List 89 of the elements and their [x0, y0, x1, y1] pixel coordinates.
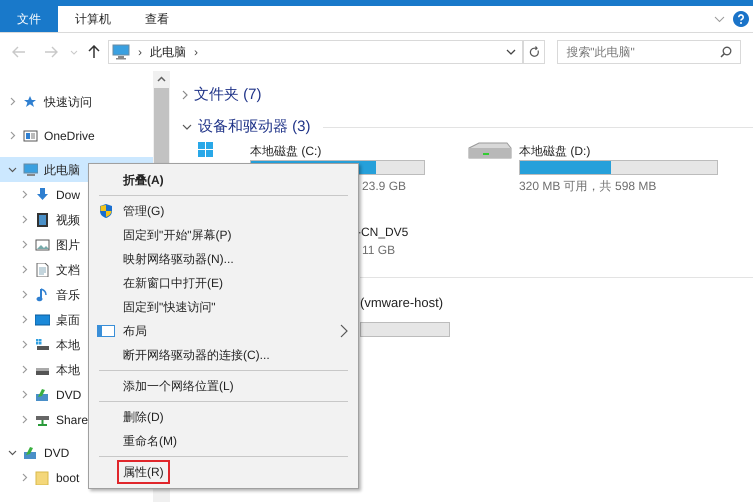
nav-item[interactable]: OneDrive: [0, 123, 153, 148]
collapse-chevron-icon[interactable]: [22, 340, 28, 349]
collapse-chevron-icon[interactable]: [22, 390, 28, 399]
nav-item-label: 快速访问: [44, 94, 92, 110]
collapse-chevron-icon[interactable]: [10, 131, 16, 140]
nav-item-label: DVD: [56, 386, 82, 404]
expand-chevron-icon[interactable]: [182, 124, 192, 130]
collapse-chevron-icon[interactable]: [22, 290, 28, 299]
disc-drive-icon: [35, 388, 50, 402]
menu-item[interactable]: 重命名(M): [89, 429, 358, 453]
refresh-button[interactable]: [523, 40, 546, 64]
nav-item-label: 文档: [56, 262, 80, 278]
menu-item[interactable]: 固定到"开始"屏幕(P): [89, 223, 358, 247]
computer-icon: [23, 162, 38, 176]
collapse-chevron-icon[interactable]: [22, 265, 28, 274]
hard-drive-icon: [467, 142, 513, 160]
menu-item[interactable]: 在新窗口中打开(E): [89, 271, 358, 295]
window-icon: [23, 128, 38, 142]
collapse-chevron-icon[interactable]: [22, 415, 28, 424]
drive-name[interactable]: -CN_DV5: [357, 223, 753, 241]
up-arrow-icon[interactable]: [88, 45, 100, 59]
collapse-chevron-icon[interactable]: [22, 315, 28, 324]
nav-item[interactable]: 快速访问: [0, 89, 153, 114]
nav-item-label: 音乐: [56, 286, 80, 304]
menu-item[interactable]: 管理(G): [89, 199, 358, 223]
nav-item-label: 视频: [56, 212, 80, 228]
folder-icon: [35, 470, 50, 484]
nav-item-label: Dow: [56, 186, 80, 204]
star-icon: [23, 94, 38, 108]
nav-item-label: 本地: [56, 362, 80, 378]
collapse-chevron-icon[interactable]: [22, 365, 28, 374]
nav-item-label: 此电脑: [44, 162, 80, 178]
layout-icon: [97, 325, 115, 337]
ribbon-tab[interactable]: 文件: [0, 6, 58, 32]
expand-chevron-icon[interactable]: [8, 450, 17, 456]
ribbon-tab[interactable]: 计算机: [58, 6, 128, 32]
menu-item[interactable]: 固定到"快速访问": [89, 295, 358, 319]
address-bar[interactable]: › 此电脑 ›: [108, 40, 524, 64]
menu-item[interactable]: 映射网络驱动器(N)...: [89, 247, 358, 271]
shield-icon: [99, 204, 113, 218]
nav-item-label: Share: [56, 412, 88, 428]
drive-size: 11 GB: [362, 242, 396, 259]
collapse-chevron-icon[interactable]: [22, 190, 28, 199]
nav-item-label: OneDrive: [44, 128, 95, 144]
collapse-chevron-icon[interactable]: [22, 240, 28, 249]
ribbon-tab[interactable]: 查看: [128, 6, 186, 32]
drive-size: 23.9 GB: [362, 178, 408, 195]
collapse-chevron-icon[interactable]: [182, 90, 188, 100]
section-header[interactable]: 设备和驱动器 (3): [198, 116, 310, 138]
nav-item-label: boot: [56, 470, 80, 486]
nav-item-label: 图片: [56, 236, 80, 254]
search-field[interactable]: 搜索"此电脑": [557, 40, 741, 64]
collapse-chevron-icon[interactable]: [22, 215, 28, 224]
network-location-name[interactable]: (vmware-host): [360, 294, 753, 312]
monitor-icon: [35, 312, 50, 326]
menu-item[interactable]: 添加一个网络位置(L): [89, 374, 358, 398]
collapse-chevron-icon[interactable]: [22, 473, 28, 482]
section-header[interactable]: 文件夹 (7): [194, 84, 262, 106]
document-icon: [35, 262, 50, 276]
drive-icon: [35, 338, 50, 352]
drive-size: 320 MB 可用，共 598 MB: [519, 178, 658, 195]
drive-name[interactable]: 本地磁盘 (D:): [519, 142, 718, 160]
refresh-icon: [528, 46, 540, 58]
help-icon[interactable]: [733, 11, 749, 27]
expand-chevron-icon[interactable]: [8, 166, 17, 172]
breadcrumb-separator: ›: [138, 44, 142, 61]
highlight-box: 属性(R): [117, 460, 170, 484]
down-arrow-icon: [35, 188, 50, 202]
scroll-up-icon[interactable]: [157, 76, 166, 82]
computer-icon: [112, 44, 130, 60]
breadcrumb-item[interactable]: 此电脑: [150, 43, 186, 61]
forward-arrow-icon[interactable]: [44, 46, 58, 58]
chevron-down-icon[interactable]: [506, 49, 516, 55]
breadcrumb-separator: ›: [194, 44, 198, 61]
drive-name[interactable]: 本地磁盘 (C:): [250, 142, 425, 160]
back-arrow-icon[interactable]: [12, 46, 26, 58]
menu-item[interactable]: 布局: [89, 319, 358, 343]
nav-item-label: 本地: [56, 336, 80, 354]
disc-drive-icon: [23, 446, 38, 460]
nav-item-label: 桌面: [56, 312, 80, 328]
windows-logo-icon: [198, 142, 213, 157]
search-icon: [720, 46, 732, 58]
menu-item[interactable]: 属性(R): [89, 460, 358, 484]
menu-item[interactable]: 删除(D): [89, 405, 358, 429]
picture-icon: [35, 238, 50, 252]
nav-item-label: DVD: [44, 444, 70, 462]
menu-item[interactable]: 断开网络驱动器的连接(C)...: [89, 343, 358, 367]
collapse-chevron-icon[interactable]: [10, 97, 16, 106]
film-icon: [35, 212, 50, 226]
